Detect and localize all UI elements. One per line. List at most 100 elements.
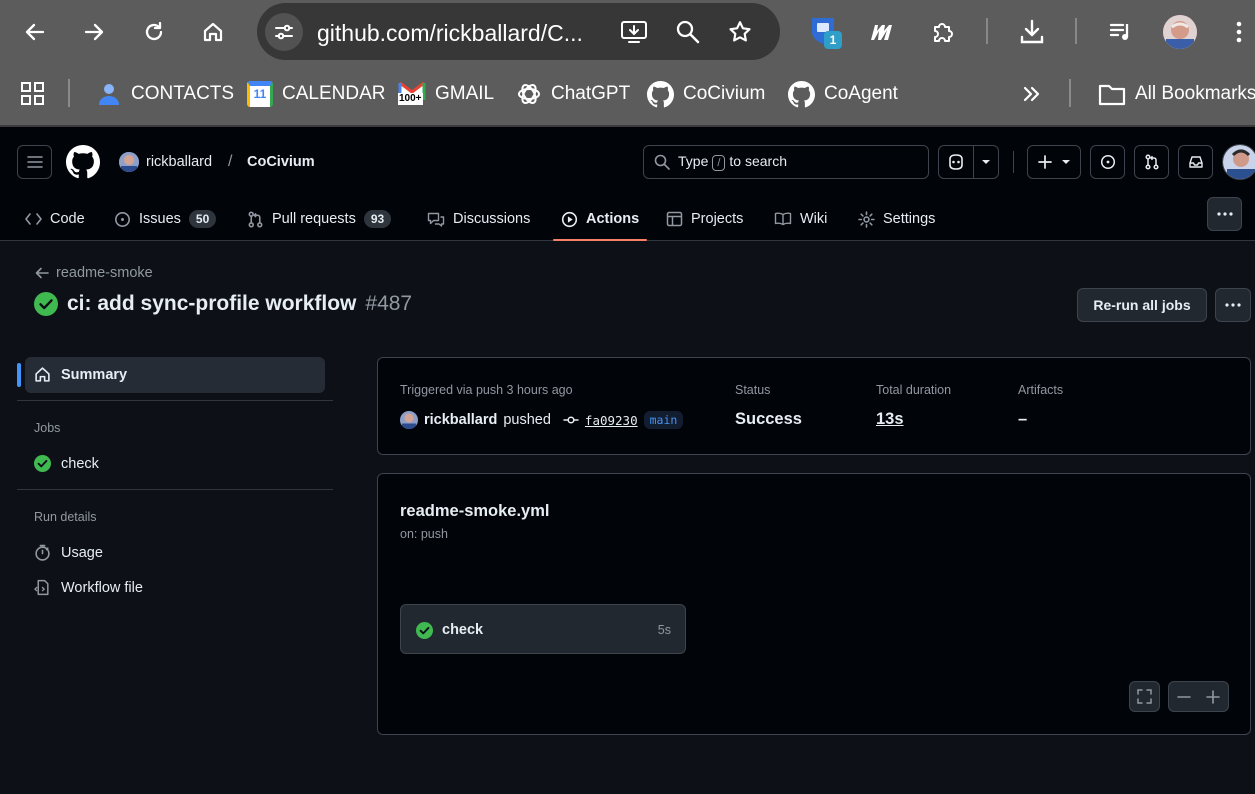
trigger-label: Triggered via push 3 hours ago (400, 383, 573, 397)
calendar-icon: 11 (247, 81, 273, 107)
run-more-options-icon[interactable] (1215, 288, 1251, 322)
bookmark-gmail[interactable]: 100+ GMAIL (398, 79, 494, 109)
bookmark-cocivium[interactable]: CoCivium (647, 79, 765, 109)
owner-link[interactable]: rickballard (146, 154, 212, 170)
back-link[interactable]: readme-smoke (35, 265, 153, 281)
address-bar[interactable]: github.com/rickballard/C... (257, 3, 780, 60)
gmail-icon-text: 100+ (398, 93, 423, 105)
github-logo-icon[interactable] (66, 145, 100, 179)
search-shortcut-key: / (712, 155, 726, 171)
bookmark-label: GMAIL (435, 83, 495, 104)
sidebar-item-usage[interactable]: Usage (34, 544, 103, 561)
artifacts-label: Artifacts (1018, 383, 1064, 397)
zoom-icon[interactable] (673, 17, 703, 47)
search-icon (654, 154, 670, 170)
more-bookmarks-icon[interactable] (1022, 79, 1042, 109)
run-summary-panel: Triggered via push 3 hours ago rickballa… (377, 357, 1251, 455)
sidebar-item-job-check[interactable]: check (34, 455, 99, 472)
bookmark-label: CONTACTS (131, 83, 235, 104)
duration-value[interactable]: 13s (876, 410, 904, 429)
jobs-heading: Jobs (34, 421, 61, 435)
user-avatar[interactable] (1222, 144, 1255, 180)
table-icon (666, 211, 683, 227)
home-icon[interactable] (195, 14, 231, 50)
chrome-menu-icon[interactable] (1221, 14, 1255, 50)
repo-more-options-icon[interactable] (1207, 197, 1242, 231)
install-app-icon[interactable] (619, 17, 649, 47)
m-extension-icon[interactable] (865, 14, 901, 50)
apps-grid-icon[interactable] (20, 79, 46, 109)
sidebar-job-label: check (61, 455, 99, 472)
folder-icon (1098, 84, 1126, 106)
zoom-controls (1168, 681, 1229, 712)
profile-avatar[interactable] (1163, 15, 1197, 49)
zoom-out-icon[interactable] (1176, 690, 1191, 704)
job-card-check[interactable]: check 5s (400, 604, 686, 654)
tab-label: Projects (691, 211, 744, 227)
branch-badge[interactable]: main (643, 411, 684, 429)
create-new-button[interactable] (1027, 145, 1081, 179)
issues-count-badge: 50 (188, 210, 217, 228)
bookmark-chatgpt[interactable]: ChatGPT (516, 79, 630, 109)
tab-projects[interactable]: Projects (666, 197, 743, 241)
pull-requests-icon[interactable] (1134, 145, 1169, 179)
password-manager-extension-icon[interactable]: 1 (809, 15, 842, 49)
workflow-file-name: readme-smoke.yml (400, 502, 550, 520)
plus-icon (1038, 155, 1052, 169)
bookmark-label: CoAgent (824, 83, 898, 104)
zoom-in-icon[interactable] (1206, 689, 1221, 704)
issues-icon[interactable] (1090, 145, 1125, 179)
bookmark-label: ChatGPT (551, 83, 631, 104)
status-value: Success (735, 410, 802, 428)
bookmark-calendar[interactable]: 11 CALENDAR (247, 79, 385, 109)
sidebar-item-summary[interactable]: Summary (34, 366, 127, 383)
forward-icon[interactable] (76, 14, 112, 50)
back-icon[interactable] (17, 14, 53, 50)
repo-link[interactable]: CoCivium (247, 154, 315, 170)
bookmark-label: CALENDAR (282, 83, 386, 104)
tab-label: Code (50, 211, 85, 227)
extensions-puzzle-icon[interactable] (925, 14, 961, 50)
tab-wiki[interactable]: Wiki (774, 197, 827, 241)
github-icon (647, 80, 674, 107)
chatgpt-icon (518, 83, 540, 105)
tab-actions[interactable]: Actions (552, 197, 648, 241)
media-control-icon[interactable] (1103, 14, 1139, 50)
bookmark-star-icon[interactable] (725, 17, 755, 47)
success-check-icon (34, 455, 51, 472)
status-label: Status (735, 383, 771, 397)
copilot-button[interactable] (938, 145, 999, 179)
tab-pull-requests[interactable]: Pull requests 93 (247, 197, 392, 241)
tab-discussions[interactable]: Discussions (427, 197, 530, 241)
code-icon (25, 213, 42, 225)
fullscreen-icon[interactable] (1129, 681, 1160, 712)
commit-link[interactable]: fa09230 (585, 413, 638, 428)
run-title: ci: add sync-profile workflow (67, 292, 357, 315)
actor-link[interactable]: rickballard (424, 412, 497, 428)
all-bookmarks-button[interactable]: All Bookmarks (1098, 79, 1255, 109)
back-link-label: readme-smoke (56, 265, 153, 281)
search-placeholder-type: Type (678, 153, 709, 169)
reload-icon[interactable] (136, 14, 172, 50)
tab-issues[interactable]: Issues 50 (114, 197, 217, 241)
calendar-icon-text: 11 (253, 87, 267, 101)
rerun-all-jobs-button[interactable]: Re-run all jobs (1077, 288, 1207, 322)
github-icon (788, 80, 815, 107)
bookmark-contacts[interactable]: CONTACTS (96, 79, 234, 109)
tab-settings[interactable]: Settings (858, 197, 935, 241)
site-info-icon[interactable] (265, 13, 303, 51)
tab-code[interactable]: Code (25, 197, 85, 241)
hamburger-menu-icon[interactable] (17, 145, 52, 179)
bookmark-coagent[interactable]: CoAgent (788, 79, 898, 109)
url-text[interactable]: github.com/rickballard/C... (317, 20, 583, 47)
contacts-icon (99, 84, 119, 105)
chevron-down-icon (1062, 160, 1070, 164)
sidebar-item-workflow-file[interactable]: Workflow file (34, 579, 143, 596)
search-input[interactable]: Type / to search (643, 145, 929, 179)
inbox-icon[interactable] (1178, 145, 1213, 179)
bookmark-label: CoCivium (683, 83, 766, 104)
copilot-dropdown-icon[interactable] (974, 159, 998, 165)
tab-label: Actions (586, 211, 640, 227)
actor-avatar (400, 411, 418, 429)
downloads-icon[interactable] (1014, 14, 1050, 50)
